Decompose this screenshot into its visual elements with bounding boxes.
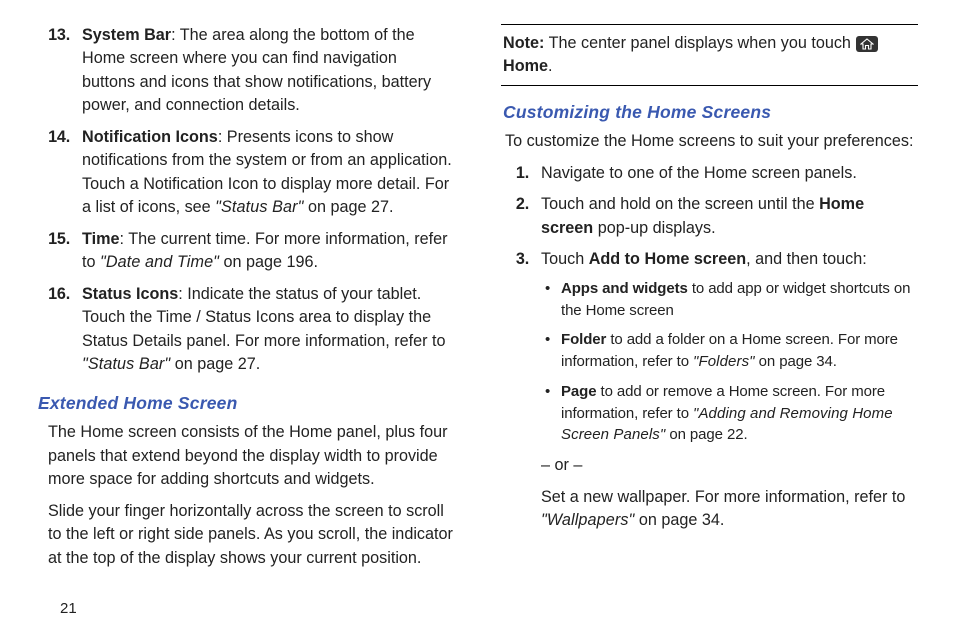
- right-column: Note: The center panel displays when you…: [477, 24, 918, 622]
- step-item: 2. Touch and hold on the screen until th…: [501, 193, 918, 240]
- bullet-item: Folder to add a folder on a Home screen.…: [541, 329, 918, 373]
- step-item: 1. Navigate to one of the Home screen pa…: [501, 162, 918, 185]
- item-number: 15.: [40, 228, 70, 251]
- step-text: Touch: [541, 250, 589, 268]
- step-text: , and then touch:: [746, 250, 867, 268]
- reference: "Wallpapers": [541, 511, 634, 529]
- term: Status Icons: [82, 285, 178, 303]
- bullet-term: Apps and widgets: [561, 280, 688, 297]
- page-ref: on page 27.: [170, 355, 260, 373]
- sub-bullet-list: Apps and widgets to add app or widget sh…: [541, 278, 918, 446]
- section-heading: Customizing the Home Screens: [503, 100, 918, 125]
- step-number: 3.: [505, 248, 529, 271]
- note-box: Note: The center panel displays when you…: [501, 24, 918, 86]
- paragraph: The Home screen consists of the Home pan…: [48, 421, 453, 491]
- step-number: 2.: [505, 193, 529, 216]
- item-number: 16.: [40, 283, 70, 306]
- term: System Bar: [82, 26, 171, 44]
- steps-list: 1. Navigate to one of the Home screen pa…: [501, 162, 918, 533]
- page-ref: on page 34.: [634, 511, 724, 529]
- reference: "Status Bar": [82, 355, 170, 373]
- page-ref: on page 22.: [665, 426, 747, 443]
- term: Notification Icons: [82, 128, 218, 146]
- item-number: 13.: [40, 24, 70, 47]
- page-ref: on page 196.: [219, 253, 318, 271]
- note-end: .: [548, 57, 553, 75]
- note-label: Note:: [503, 34, 544, 52]
- left-column: 13. System Bar: The area along the botto…: [36, 24, 477, 622]
- step-text: pop-up displays.: [593, 219, 715, 237]
- step-item: 3. Touch Add to Home screen, and then to…: [501, 248, 918, 532]
- definition-list: 13. System Bar: The area along the botto…: [36, 24, 453, 377]
- note-text: The center panel displays when you touch: [544, 34, 855, 52]
- page-ref: on page 34.: [755, 353, 837, 370]
- page-ref: on page 27.: [303, 198, 393, 216]
- list-item: 14. Notification Icons: Presents icons t…: [36, 126, 453, 220]
- bullet-item: Page to add or remove a Home screen. For…: [541, 381, 918, 446]
- page-content: 13. System Bar: The area along the botto…: [0, 0, 954, 636]
- bullet-item: Apps and widgets to add app or widget sh…: [541, 278, 918, 322]
- page-number: 21: [60, 598, 77, 620]
- paragraph: Slide your finger horizontally across th…: [48, 500, 453, 570]
- list-item: 13. System Bar: The area along the botto…: [36, 24, 453, 118]
- reference: "Date and Time": [100, 253, 219, 271]
- item-number: 14.: [40, 126, 70, 149]
- intro-text: To customize the Home screens to suit yo…: [505, 130, 918, 153]
- list-item: 16. Status Icons: Indicate the status of…: [36, 283, 453, 377]
- term: Time: [82, 230, 120, 248]
- alt-text: Set a new wallpaper. For more informatio…: [541, 488, 905, 506]
- step-text: Touch and hold on the screen until the: [541, 195, 819, 213]
- reference: "Status Bar": [215, 198, 303, 216]
- bullet-term: Folder: [561, 331, 606, 348]
- alternative-text: Set a new wallpaper. For more informatio…: [541, 486, 918, 533]
- home-icon: [856, 36, 878, 52]
- step-number: 1.: [505, 162, 529, 185]
- step-text: Navigate to one of the Home screen panel…: [541, 164, 857, 182]
- section-heading: Extended Home Screen: [38, 391, 453, 416]
- bold-term: Add to Home screen: [589, 250, 746, 268]
- home-label: Home: [503, 57, 548, 75]
- list-item: 15. Time: The current time. For more inf…: [36, 228, 453, 275]
- or-separator: – or –: [541, 454, 918, 477]
- bullet-term: Page: [561, 383, 596, 400]
- reference: "Folders": [693, 353, 755, 370]
